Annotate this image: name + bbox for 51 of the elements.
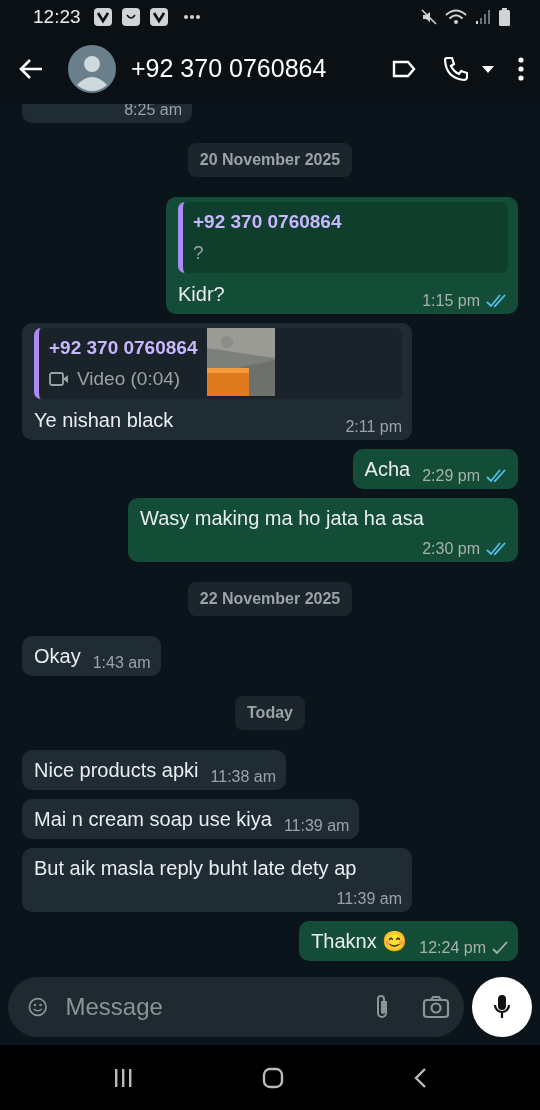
signal-icon — [475, 9, 491, 25]
quoted-message[interactable]: +92 370 0760864 ? — [178, 202, 508, 273]
back-arrow-icon[interactable] — [18, 58, 44, 80]
contact-name[interactable]: +92 370 0760864 — [131, 50, 327, 88]
back-icon[interactable] — [413, 1066, 428, 1089]
message-time: 12:24 pm — [419, 938, 486, 958]
more-icon — [182, 14, 201, 20]
battery-icon — [499, 8, 510, 26]
microphone-icon — [493, 994, 511, 1020]
message-time: 11:39 am — [283, 816, 350, 836]
app-icon — [92, 7, 113, 27]
message-time: 2:11 pm — [345, 417, 402, 437]
phone-icon[interactable] — [442, 56, 468, 82]
app-icon — [148, 7, 169, 27]
video-icon — [49, 371, 69, 386]
message-text: But aik masla reply buht late dety ap — [34, 856, 357, 881]
message-text: Nice products apki — [34, 758, 199, 783]
message-text: Thaknx 😊 — [311, 929, 408, 954]
home-icon[interactable] — [262, 1066, 284, 1089]
message-text: Okay — [34, 644, 81, 669]
message-text: Acha — [364, 457, 411, 482]
more-options-icon[interactable] — [518, 57, 524, 81]
app-icon — [120, 7, 141, 27]
avatar-icon[interactable] — [68, 45, 116, 93]
clock-time: 12:23 — [33, 4, 81, 29]
message-input[interactable]: Message — [63, 988, 358, 1026]
message-time: 1:43 am — [92, 653, 151, 673]
quote-author: +92 370 0760864 — [193, 210, 342, 234]
caret-icon[interactable] — [482, 65, 494, 73]
message-text: Wasy making ma ho jata ha asa — [140, 506, 424, 531]
wifi-icon — [445, 9, 467, 25]
camera-icon[interactable] — [422, 995, 450, 1019]
microphone-button[interactable] — [472, 977, 532, 1037]
message-field[interactable]: Message — [8, 977, 464, 1037]
quoted-message[interactable]: +92 370 0760864 Video (0:04) — [34, 328, 402, 399]
message-time: 2:30 pm — [422, 539, 480, 559]
message-text: Kidr? — [178, 282, 225, 307]
message-time: 11:39 am — [336, 889, 402, 909]
message-time: 11:38 am — [210, 767, 277, 787]
quote-text: ? — [193, 240, 204, 265]
quote-author: +92 370 0760864 — [49, 336, 198, 360]
message-text: Ye nishan black — [34, 408, 174, 433]
mute-icon — [421, 9, 437, 25]
message-time: 8:25 am — [124, 104, 182, 120]
quote-text: Video (0:04) — [77, 366, 181, 391]
attach-icon[interactable] — [374, 993, 390, 1021]
message-time: 1:15 pm — [422, 291, 480, 311]
recent-apps-icon[interactable] — [112, 1067, 133, 1088]
message-text: Mai n cream soap use kiya — [34, 807, 272, 832]
label-icon[interactable] — [392, 60, 416, 78]
message-time: 2:29 pm — [422, 466, 480, 486]
